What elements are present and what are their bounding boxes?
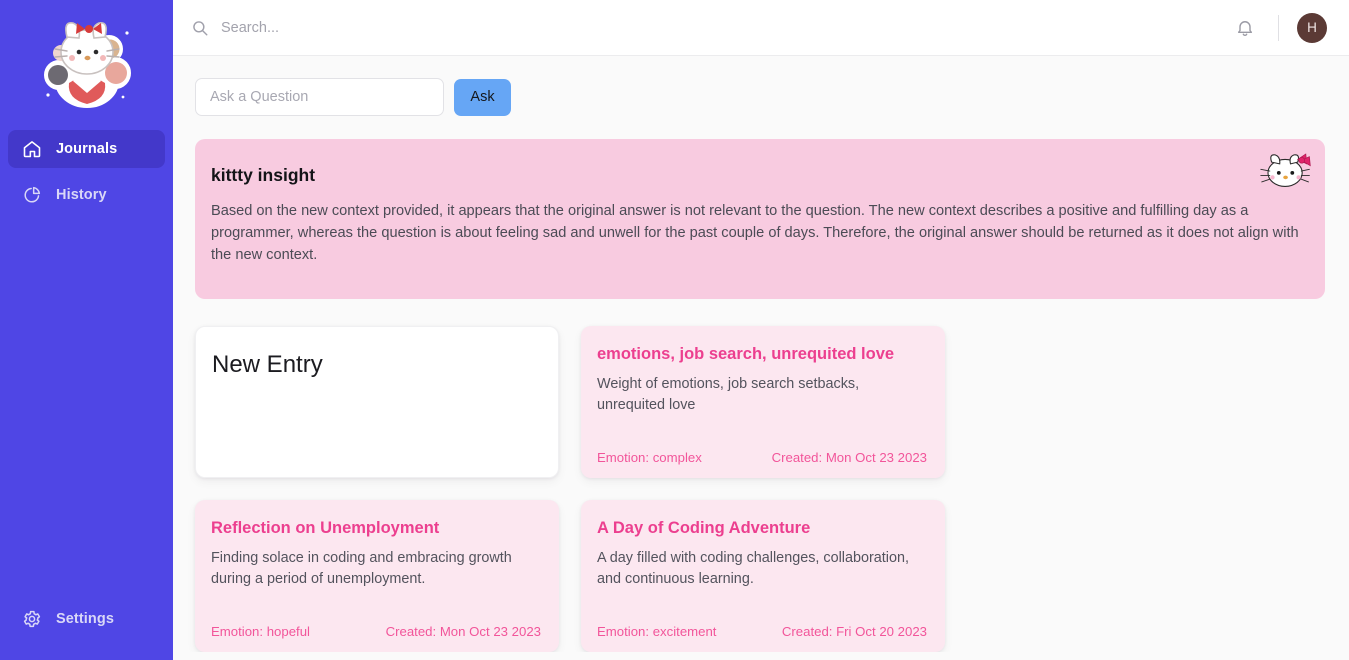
entry-emotion: Emotion: complex [597, 450, 702, 465]
avatar[interactable]: H [1297, 12, 1327, 43]
main-area: H Ask kittty insight Based on the new co… [173, 0, 1349, 660]
journal-entry-card[interactable]: A Day of Coding Adventure A day filled w… [581, 500, 945, 652]
insight-body: Based on the new context provided, it ap… [211, 203, 1299, 263]
journal-entry-card[interactable]: Reflection on Unemployment Finding solac… [195, 500, 559, 652]
sidebar-bottom-nav: Settings [0, 600, 173, 660]
entry-meta: Emotion: excitement Created: Fri Oct 20 … [597, 624, 927, 639]
header-divider [1278, 14, 1279, 41]
entries-grid: New Entry emotions, job search, unrequit… [195, 326, 1325, 652]
top-header: H [173, 0, 1349, 56]
ask-button[interactable]: Ask [454, 78, 511, 116]
entry-description: A day filled with coding challenges, col… [597, 550, 909, 587]
ask-question-row: Ask [195, 78, 1325, 116]
sidebar-item-journals[interactable]: Journals [8, 130, 165, 168]
entry-description: Weight of emotions, job search setbacks,… [597, 376, 860, 413]
search-input[interactable] [221, 19, 641, 36]
pie-chart-icon [24, 186, 41, 203]
sidebar-item-history[interactable]: History [8, 176, 165, 214]
entry-created: Created: Fri Oct 20 2023 [781, 624, 927, 639]
entry-description: Finding solace in coding and embracing g… [211, 550, 512, 587]
home-icon [23, 141, 41, 158]
new-entry-label: New Entry [212, 351, 323, 378]
entry-emotion: Emotion: excitement [597, 624, 717, 639]
insight-title: kittty insight [211, 165, 316, 185]
sidebar-item-journals-label: Journals [56, 141, 118, 157]
entry-created: Created: Mon Oct 23 2023 [385, 624, 541, 639]
kitty-mascot-sticker-icon [43, 21, 131, 108]
kitty-insight-card: kittty insight Based on the new context … [195, 139, 1325, 299]
entry-title: A Day of Coding Adventure [597, 519, 811, 537]
entry-created: Created: Mon Oct 23 2023 [771, 450, 927, 465]
notifications-button[interactable] [1228, 11, 1262, 45]
page-content: Ask kittty insight Based on the new cont… [173, 56, 1349, 652]
sidebar: Journals History Settings [0, 0, 173, 660]
entry-title: Reflection on Unemployment [211, 519, 440, 537]
sidebar-item-history-label: History [56, 187, 107, 203]
search-container[interactable] [191, 19, 1228, 37]
search-icon [193, 20, 208, 35]
entry-meta: Emotion: hopeful Created: Mon Oct 23 202… [211, 624, 541, 639]
app-logo [0, 0, 173, 118]
sidebar-nav: Journals History [0, 130, 173, 222]
header-actions: H [1228, 11, 1327, 45]
entry-meta: Emotion: complex Created: Mon Oct 23 202… [597, 450, 927, 465]
bell-icon [1237, 20, 1253, 36]
hello-kitty-face-icon [1260, 153, 1311, 187]
entry-emotion: Emotion: hopeful [211, 624, 310, 639]
ask-question-input[interactable] [195, 78, 444, 116]
entry-title: emotions, job search, unrequited love [597, 345, 895, 363]
sidebar-item-settings-label: Settings [56, 611, 114, 627]
gear-icon [23, 610, 41, 628]
sidebar-item-settings[interactable]: Settings [8, 600, 165, 638]
journal-entry-card[interactable]: emotions, job search, unrequited love We… [581, 326, 945, 478]
app-root: Journals History Settings Search... H As… [0, 0, 1349, 660]
new-entry-card[interactable]: New Entry [195, 326, 559, 478]
